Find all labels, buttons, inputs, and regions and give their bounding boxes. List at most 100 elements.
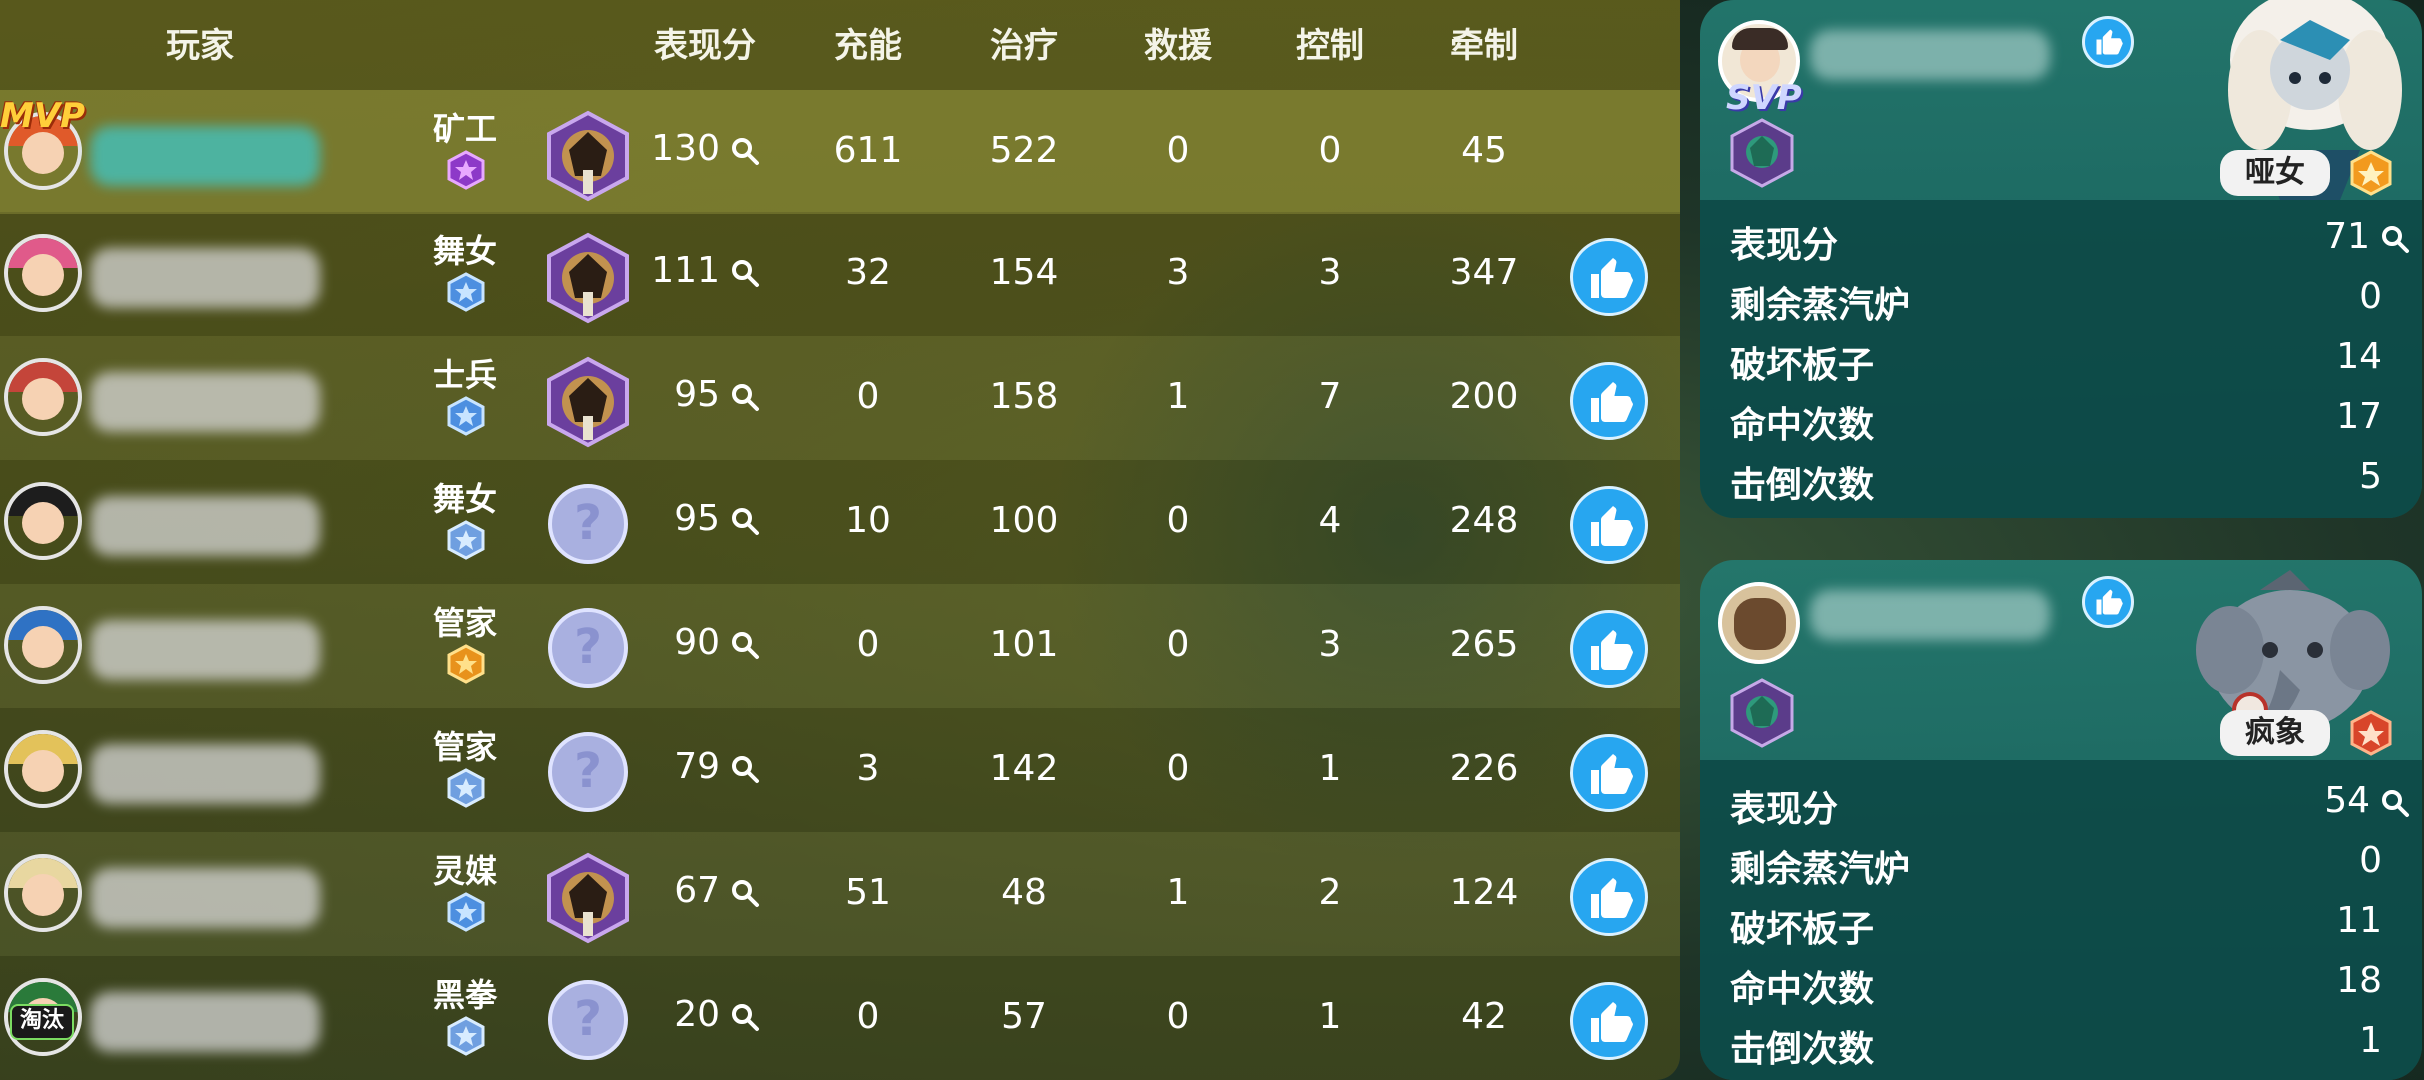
table-row: 士兵 95 0 158 1 7 200 xyxy=(0,336,1680,460)
like-icon[interactable] xyxy=(1570,610,1648,688)
unknown-portrait-icon: ? xyxy=(548,608,628,688)
hunter-name-blurred xyxy=(1810,30,2050,80)
like-icon[interactable] xyxy=(1570,734,1648,812)
player-name-blurred xyxy=(90,868,320,928)
role-name: 士兵 xyxy=(432,356,497,394)
stat-label: 剩余蒸汽炉 xyxy=(1730,849,1911,890)
unknown-portrait-icon: ? xyxy=(548,484,628,564)
search-icon[interactable] xyxy=(730,878,760,908)
table-row: 舞女 111 32 154 3 3 347 xyxy=(0,212,1680,336)
hunter-name: 哑女 xyxy=(2220,150,2330,196)
character-portrait-icon xyxy=(545,852,631,944)
header-rescue: 救援 xyxy=(1144,26,1212,66)
score-value: 20 xyxy=(674,994,720,1035)
stat-label: 破坏板子 xyxy=(1730,909,1875,950)
player-name-blurred xyxy=(90,620,320,680)
search-icon[interactable] xyxy=(730,506,760,536)
like-icon[interactable] xyxy=(1570,238,1648,316)
rank-badge-icon xyxy=(447,272,485,312)
search-icon[interactable] xyxy=(730,1002,760,1032)
header-control: 控制 xyxy=(1296,26,1364,66)
stat-value: 17 xyxy=(2336,396,2382,437)
player-avatar xyxy=(4,358,82,436)
kite-value: 45 xyxy=(1461,130,1507,171)
like-icon[interactable] xyxy=(1570,362,1648,440)
role-name: 矿工 xyxy=(432,110,497,148)
rank-badge-icon xyxy=(447,768,485,808)
hunter-name: 疯象 xyxy=(2220,710,2330,756)
score-value: 111 xyxy=(651,250,720,291)
hunter-card-1: SVP 哑女 表现分 71 剩余蒸汽炉 0 破坏板子 14 命中次数 17 击倒… xyxy=(1700,0,2422,518)
kite-value: 265 xyxy=(1449,624,1519,665)
stat-value: 0 xyxy=(2359,840,2382,881)
like-icon[interactable] xyxy=(2082,576,2134,628)
hunter-card-header: 疯象 xyxy=(1700,560,2422,760)
header-player: 玩家 xyxy=(166,26,234,66)
role-name: 管家 xyxy=(432,728,497,766)
heal-value: 48 xyxy=(1001,872,1047,913)
table-row: 淘汰 黑拳? 20 0 57 0 1 42 xyxy=(0,956,1680,1080)
stat-value: 5 xyxy=(2359,456,2382,497)
score-value: 95 xyxy=(674,374,720,415)
hunter-avatar xyxy=(1718,582,1800,664)
hunter-stats: 表现分 71 剩余蒸汽炉 0 破坏板子 14 命中次数 17 击倒次数 5 xyxy=(1700,200,2422,518)
stat-value: 54 xyxy=(2324,780,2370,821)
red-rank-badge-icon xyxy=(2350,710,2392,756)
rank-badge-icon xyxy=(447,150,485,190)
like-icon[interactable] xyxy=(2082,16,2134,68)
table-row: 管家? 90 0 101 0 3 265 xyxy=(0,584,1680,708)
charge-value: 0 xyxy=(856,624,880,665)
mvp-tag: MVP xyxy=(0,96,86,136)
table-row: 管家? 79 3 142 0 1 226 xyxy=(0,708,1680,832)
search-icon[interactable] xyxy=(2380,788,2410,818)
heal-value: 100 xyxy=(989,500,1059,541)
control-value: 3 xyxy=(1318,624,1342,665)
charge-value: 32 xyxy=(845,252,891,293)
table-row: MVP 矿工 130 611 522 0 0 45 xyxy=(0,90,1680,214)
heal-value: 101 xyxy=(989,624,1059,665)
like-icon[interactable] xyxy=(1570,858,1648,936)
stat-value: 71 xyxy=(2324,216,2370,257)
kite-value: 248 xyxy=(1449,500,1519,541)
search-icon[interactable] xyxy=(730,630,760,660)
header-score: 表现分 xyxy=(654,26,756,66)
role-name: 管家 xyxy=(432,604,497,642)
like-icon[interactable] xyxy=(1570,486,1648,564)
role-name: 舞女 xyxy=(432,232,497,270)
stat-label: 剩余蒸汽炉 xyxy=(1730,285,1911,326)
heal-value: 142 xyxy=(989,748,1059,789)
rank-badge-icon xyxy=(447,892,485,932)
search-icon[interactable] xyxy=(730,258,760,288)
hunter-name-blurred xyxy=(1810,590,2050,640)
unknown-portrait-icon: ? xyxy=(548,732,628,812)
role-name: 黑拳 xyxy=(432,976,497,1014)
header-heal: 治疗 xyxy=(990,26,1058,66)
search-icon[interactable] xyxy=(730,754,760,784)
control-value: 3 xyxy=(1318,252,1342,293)
stat-label: 表现分 xyxy=(1730,789,1839,830)
search-icon[interactable] xyxy=(730,136,760,166)
search-icon[interactable] xyxy=(2380,224,2410,254)
charge-value: 0 xyxy=(856,376,880,417)
player-name-blurred xyxy=(90,372,320,432)
character-portrait-icon xyxy=(545,110,631,202)
charge-value: 10 xyxy=(845,500,891,541)
eliminated-tag: 淘汰 xyxy=(10,1004,74,1040)
character-portrait-icon xyxy=(545,232,631,324)
score-value: 90 xyxy=(674,622,720,663)
like-icon[interactable] xyxy=(1570,982,1648,1060)
control-value: 7 xyxy=(1318,376,1342,417)
player-name-blurred xyxy=(90,248,320,308)
hunter-portrait-icon xyxy=(1730,678,1794,748)
heal-value: 158 xyxy=(989,376,1059,417)
character-portrait-icon xyxy=(545,356,631,448)
player-avatar xyxy=(4,606,82,684)
search-icon[interactable] xyxy=(730,382,760,412)
stat-value: 0 xyxy=(2359,276,2382,317)
player-name-blurred xyxy=(90,496,320,556)
table-row: 灵媒 67 51 48 1 2 124 xyxy=(0,832,1680,956)
charge-value: 611 xyxy=(833,130,903,171)
rescue-value: 1 xyxy=(1166,376,1190,417)
rescue-value: 0 xyxy=(1166,500,1190,541)
role-name: 舞女 xyxy=(432,480,497,518)
